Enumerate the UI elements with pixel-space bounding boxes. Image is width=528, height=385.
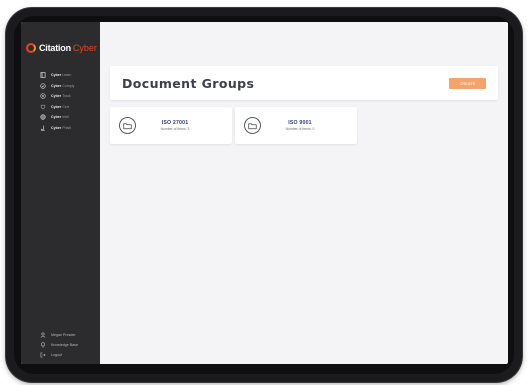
sidebar-item-cyber-intel[interactable]: Cyber Intel [21, 112, 100, 123]
sidebar-item-cyber-phish[interactable]: Cyber Phish [21, 123, 100, 134]
sidebar-item-label: Cyber Track [51, 94, 71, 99]
sidebar-item-label: Logout [51, 353, 62, 357]
sidebar-item-cyber-learn[interactable]: Cyber Learn [21, 70, 100, 81]
document-group-name: ISO 27001 [161, 120, 189, 126]
sidebar-item-label: Cyber Phish [51, 125, 72, 130]
hook-icon [40, 125, 46, 131]
sidebar-item-label: Knowledge Base [51, 343, 78, 347]
sidebar-footer: Megan Presder Knowledge Base Logout [21, 330, 100, 360]
sidebar-item-cyber-comply[interactable]: Cyber Comply [21, 81, 100, 92]
document-group-text: ISO 9001 Number of Items: 0 [261, 120, 357, 131]
sidebar-item-label: Cyber Intel [51, 115, 69, 120]
book-icon [40, 72, 46, 79]
brand-logo[interactable]: Citation Cyber [21, 40, 100, 56]
document-group-card[interactable]: ISO 27001 Number of Items: 3 [110, 107, 232, 144]
page-title: Document Groups [122, 75, 255, 91]
brand-name: Citation [39, 43, 71, 53]
create-button-label: CREATE [459, 80, 476, 86]
citation-logo-icon [26, 43, 36, 53]
folder-icon [244, 117, 261, 134]
sidebar-item-logout[interactable]: Logout [21, 350, 100, 360]
document-group-text: ISO 27001 Number of Items: 3 [136, 120, 232, 131]
sidebar-item-label: Cyber Comply [51, 83, 75, 88]
target-icon [40, 93, 46, 99]
sidebar-item-label: Cyber Learn [51, 73, 72, 78]
main-content: Document Groups CREATE ISO 27001 Number … [100, 22, 508, 364]
document-group-list: ISO 27001 Number of Items: 3 ISO 9001 Nu… [110, 107, 498, 144]
sidebar-item-label: Megan Presder [51, 333, 76, 337]
logout-icon [40, 352, 46, 358]
document-group-count: Number of Items: 3 [160, 127, 190, 131]
document-group-count: Number of Items: 0 [285, 127, 315, 131]
sidebar: Citation Cyber Cyber Learn Cyber Comply [21, 22, 100, 364]
folder-icon [119, 117, 136, 134]
app-screen: Citation Cyber Cyber Learn Cyber Comply [21, 22, 508, 364]
lightbulb-icon [40, 342, 46, 348]
user-icon [40, 332, 46, 338]
document-group-card[interactable]: ISO 9001 Number of Items: 0 [235, 107, 357, 144]
sidebar-item-cyber-cert[interactable]: Cyber Cert [21, 102, 100, 113]
certificate-icon [40, 104, 46, 110]
sidebar-nav: Cyber Learn Cyber Comply Cyber Track Cyb… [21, 70, 100, 133]
globe-icon [40, 114, 46, 120]
sidebar-item-cyber-track[interactable]: Cyber Track [21, 91, 100, 102]
create-button[interactable]: CREATE [449, 77, 486, 89]
shield-check-icon [40, 83, 46, 89]
sidebar-item-label: Cyber Cert [51, 104, 69, 109]
document-group-name: ISO 9001 [288, 120, 312, 126]
brand-accent: Cyber [72, 43, 97, 53]
sidebar-item-knowledge-base[interactable]: Knowledge Base [21, 340, 100, 350]
sidebar-item-user-profile[interactable]: Megan Presder [21, 330, 100, 340]
page-header: Document Groups CREATE [110, 66, 498, 100]
